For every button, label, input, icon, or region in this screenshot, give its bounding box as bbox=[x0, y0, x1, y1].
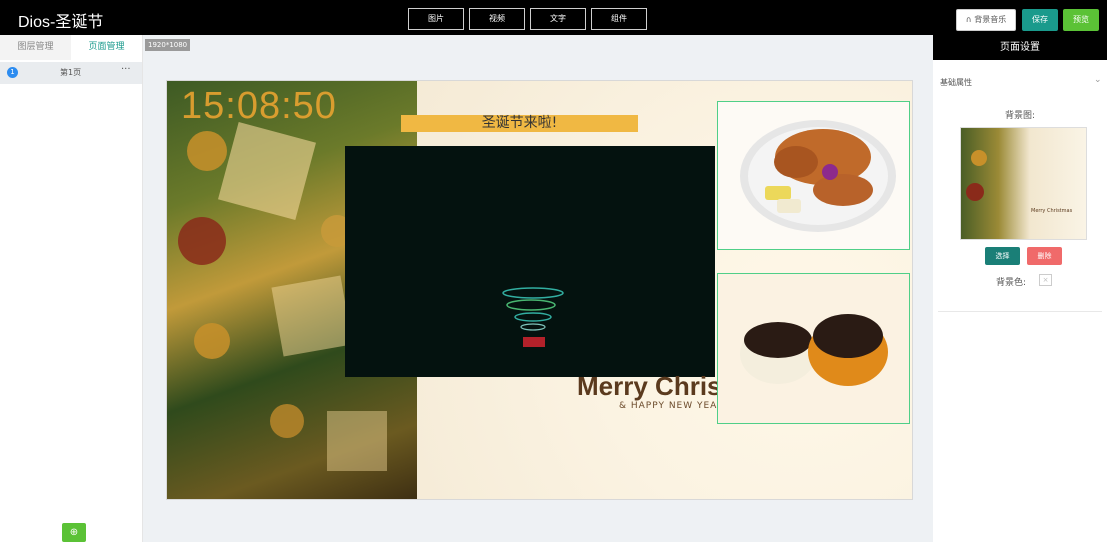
delete-background-button[interactable]: 删除 bbox=[1027, 247, 1062, 265]
background-color-swatch[interactable]: × bbox=[1039, 274, 1052, 286]
thumbnail-graphic: Merry Christmas bbox=[966, 150, 1073, 214]
sparkle-tree-graphic bbox=[502, 287, 564, 347]
save-button[interactable]: 保存 bbox=[1022, 9, 1058, 31]
video-element[interactable] bbox=[345, 146, 715, 377]
happy-new-year-text[interactable]: & HAPPY NEW YEAR bbox=[619, 401, 725, 411]
background-thumbnail: Merry Christmas bbox=[960, 127, 1087, 240]
app-title: Dios-圣诞节 bbox=[18, 14, 104, 31]
tab-layer-management[interactable]: 图层管理 bbox=[0, 35, 71, 60]
croissant-plate-graphic bbox=[718, 102, 909, 249]
canvas-area: 1920*1080 15:08:50 圣诞节来啦! Merry Christma… bbox=[143, 35, 933, 542]
add-text-button[interactable]: 文字 bbox=[530, 8, 586, 30]
page-stage[interactable]: 15:08:50 圣诞节来啦! Merry Christmas & HAPPY … bbox=[166, 80, 913, 500]
left-panel: 图层管理 页面管理 1 第1页 ··· ⊕ bbox=[0, 35, 143, 542]
add-image-button[interactable]: 图片 bbox=[408, 8, 464, 30]
panel-tabs: 图层管理 页面管理 bbox=[0, 35, 142, 60]
thumbnail-text: Merry Christmas bbox=[1031, 208, 1073, 214]
resolution-badge: 1920*1080 bbox=[145, 39, 191, 51]
divider bbox=[938, 311, 1102, 312]
clock-text[interactable]: 15:08:50 bbox=[181, 85, 337, 128]
select-background-button[interactable]: 选择 bbox=[985, 247, 1020, 265]
add-page-button[interactable]: ⊕ bbox=[62, 523, 86, 542]
background-music-button[interactable]: ∩ 背景音乐 bbox=[956, 9, 1016, 31]
preview-button[interactable]: 预览 bbox=[1063, 9, 1099, 31]
pudding-graphic bbox=[718, 274, 909, 423]
more-options-icon[interactable]: ··· bbox=[121, 64, 131, 75]
add-component-button[interactable]: 组件 bbox=[591, 8, 647, 30]
add-video-button[interactable]: 视频 bbox=[469, 8, 525, 30]
pudding-image[interactable] bbox=[717, 273, 910, 424]
background-color-label: 背景色: bbox=[996, 278, 1027, 288]
tab-page-management[interactable]: 页面管理 bbox=[71, 35, 142, 60]
add-icon: ⊕ bbox=[69, 527, 79, 538]
basic-properties-title[interactable]: 基础属性 bbox=[940, 77, 972, 88]
page-settings-title: 页面设置 bbox=[933, 35, 1107, 60]
chevron-down-icon[interactable]: ⌄ bbox=[1094, 75, 1102, 85]
top-bar: Dios-圣诞节 图片 视频 文字 组件 ∩ 背景音乐 保存 预览 bbox=[0, 0, 1107, 35]
background-image-label: 背景图: bbox=[1004, 111, 1036, 121]
right-panel: 页面设置 基础属性 ⌄ 背景图: Merry Christmas 选择 删除 背… bbox=[933, 35, 1107, 542]
croissant-image[interactable] bbox=[717, 101, 910, 250]
banner-text[interactable]: 圣诞节来啦! bbox=[401, 115, 638, 132]
page-label: 第1页 bbox=[60, 68, 82, 77]
page-list-item[interactable]: 1 第1页 ··· bbox=[0, 62, 142, 84]
page-number-badge: 1 bbox=[7, 67, 18, 78]
